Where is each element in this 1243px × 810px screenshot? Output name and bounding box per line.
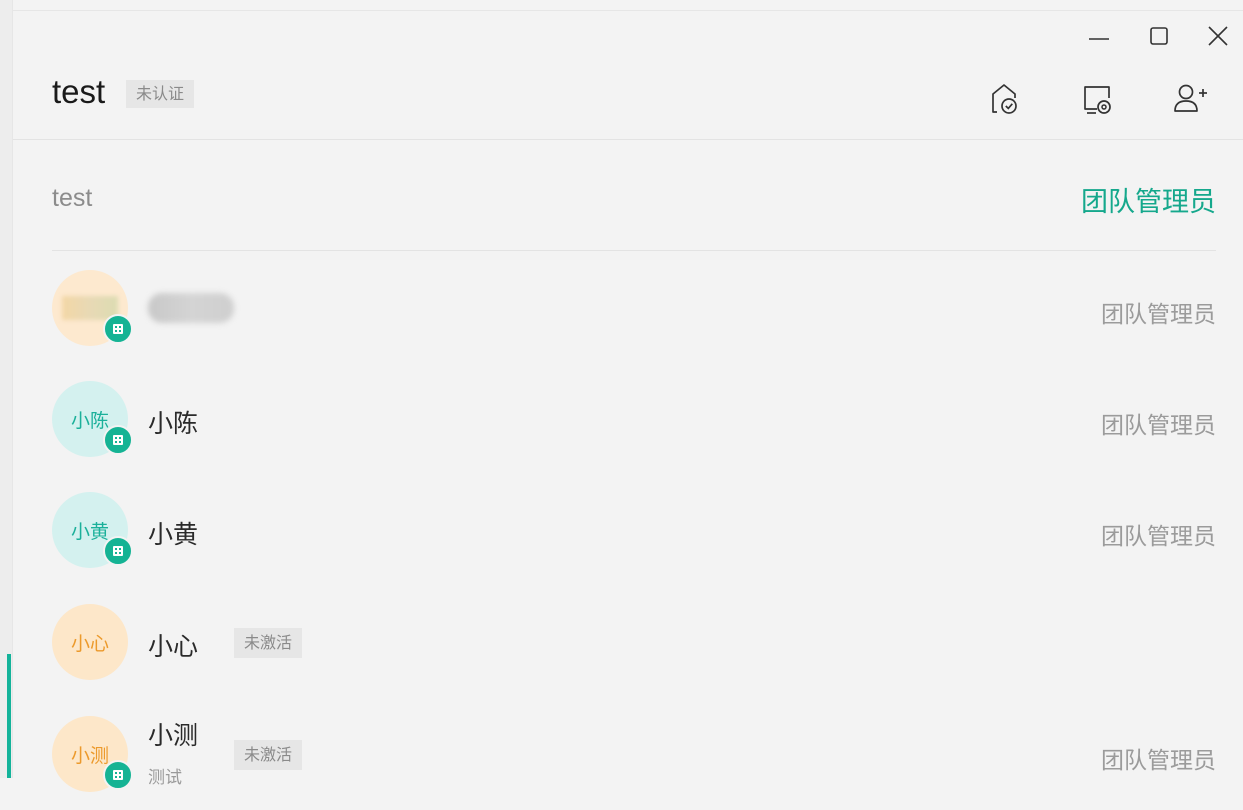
team-verify-button[interactable]	[985, 78, 1025, 118]
organization-icon	[103, 314, 133, 344]
avatar: 小心	[52, 604, 128, 680]
member-role: 团队管理员	[1101, 524, 1216, 550]
page-title: test	[52, 73, 106, 110]
organization-icon	[103, 425, 133, 455]
maximize-icon	[1150, 27, 1168, 45]
member-role: 团队管理员	[1101, 413, 1216, 439]
member-name: 小陈	[148, 409, 199, 438]
member-row[interactable]: 团队管理员	[52, 253, 1216, 364]
minimize-icon	[1089, 38, 1109, 40]
verification-status-badge: 未认证	[126, 80, 195, 108]
member-row[interactable]: 小心 小心 未激活	[52, 587, 1216, 698]
member-name: 小心	[148, 632, 199, 661]
minimize-button[interactable]	[1084, 22, 1114, 50]
team-role: 团队管理员	[1081, 187, 1216, 218]
close-button[interactable]	[1203, 22, 1233, 50]
header: test 未认证	[13, 0, 1243, 140]
team-name: test	[52, 184, 93, 212]
organization-icon	[103, 760, 133, 790]
organization-icon	[103, 536, 133, 566]
team-window: test 未认证 test 团队管理员 团队管理员 小陈 小陈 团队管理员 小黄…	[13, 0, 1243, 792]
member-role: 团队管理员	[1101, 748, 1216, 774]
close-icon	[1208, 26, 1228, 46]
member-name: 小测	[148, 721, 199, 750]
inactive-status-badge: 未激活	[234, 740, 303, 770]
inactive-status-badge: 未激活	[234, 628, 303, 658]
member-remark: 测试	[148, 768, 182, 788]
selected-indicator	[7, 654, 11, 778]
team-row[interactable]: test 团队管理员	[52, 140, 1216, 251]
member-name: 小黄	[148, 520, 199, 549]
add-member-button[interactable]	[1170, 78, 1210, 118]
member-role: 团队管理员	[1101, 302, 1216, 328]
screen-settings-icon	[1084, 86, 1111, 114]
member-row[interactable]: 小黄 小黄 团队管理员	[52, 475, 1216, 586]
screen-settings-button[interactable]	[1077, 78, 1117, 118]
add-member-icon	[1174, 84, 1207, 112]
member-row[interactable]: 小测 小测 测试 未激活 团队管理员	[52, 699, 1216, 810]
member-name-redacted	[148, 293, 234, 323]
maximize-button[interactable]	[1144, 22, 1174, 50]
member-row[interactable]: 小陈 小陈 团队管理员	[52, 364, 1216, 475]
team-verify-icon	[992, 84, 1017, 114]
